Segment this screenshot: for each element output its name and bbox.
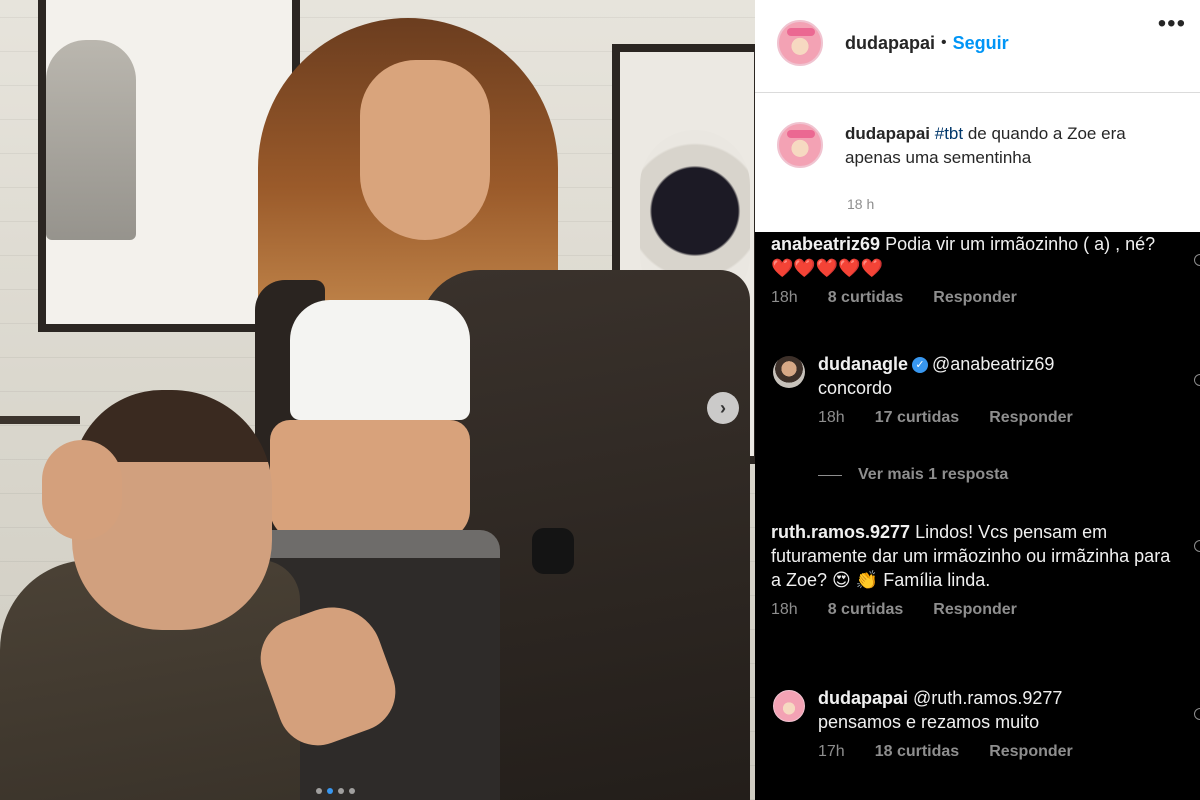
chevron-right-icon: ›: [720, 397, 726, 418]
more-options-icon[interactable]: •••: [1158, 10, 1186, 38]
carousel-dot[interactable]: [316, 788, 322, 794]
wristwatch: [532, 528, 574, 574]
comment-text: anabeatriz69 Podia vir um irmãozinho ( a…: [771, 232, 1171, 280]
woman-top: [290, 300, 470, 420]
comment-meta: 18h 17 curtidas Responder: [818, 409, 1178, 427]
shelf: [0, 416, 80, 424]
comment-body: pensamos e rezamos muito: [818, 712, 1040, 732]
like-heart-icon[interactable]: [1194, 540, 1200, 552]
avatar[interactable]: [777, 122, 823, 168]
post-header: dudapapai • Seguir ••• dudapapai #tbt de…: [755, 0, 1200, 232]
reply-button[interactable]: Responder: [989, 409, 1073, 427]
like-heart-icon[interactable]: [1194, 708, 1200, 720]
reply-button[interactable]: Responder: [933, 601, 1017, 619]
woman-hand: [42, 440, 122, 540]
separator-dot: •: [941, 34, 947, 51]
avatar[interactable]: [777, 20, 823, 66]
author-username[interactable]: dudapapai: [845, 33, 935, 54]
comment-text: dudapapai @ruth.ramos.9277 pensamos e re…: [818, 686, 1178, 734]
carousel-dot[interactable]: [338, 788, 344, 794]
carousel-next-button[interactable]: ›: [707, 392, 739, 424]
divider: [818, 474, 842, 476]
divider: [755, 92, 1200, 93]
comment-likes[interactable]: 18 curtidas: [875, 743, 959, 761]
comment-text: ruth.ramos.9277 Lindos! Vcs pensam em fu…: [771, 520, 1171, 592]
comment-time[interactable]: 17h: [818, 743, 845, 761]
view-more-label[interactable]: Ver mais 1 resposta: [858, 466, 1008, 484]
carousel-dot-active[interactable]: [327, 788, 333, 794]
comment-username[interactable]: ruth.ramos.9277: [771, 522, 910, 542]
heart-emoji-icon: ❤️❤️❤️❤️❤️: [771, 258, 884, 278]
comment-time[interactable]: 18h: [771, 289, 798, 307]
author-row: dudapapai • Seguir: [777, 18, 1197, 68]
caption: dudapapai #tbt de quando a Zoe era apena…: [777, 122, 1187, 170]
caption-username[interactable]: dudapapai: [845, 124, 930, 143]
comment: anabeatriz69 Podia vir um irmãozinho ( a…: [771, 232, 1171, 307]
mention-link[interactable]: @anabeatriz69: [932, 354, 1054, 374]
verified-badge-icon: ✓: [912, 357, 929, 373]
mention-link[interactable]: @ruth.ramos.9277: [913, 688, 1062, 708]
avatar[interactable]: [773, 356, 805, 388]
pregnant-belly: [270, 420, 470, 540]
comment-body: concordo: [818, 378, 893, 398]
comment-likes[interactable]: 8 curtidas: [828, 601, 904, 619]
comment-likes[interactable]: 8 curtidas: [828, 289, 904, 307]
comment-text: dudanagle ✓ @anabeatriz69 concordo: [818, 352, 1178, 400]
comment-username[interactable]: dudanagle: [818, 354, 908, 374]
reply-button[interactable]: Responder: [989, 743, 1073, 761]
woman-face: [360, 60, 490, 240]
like-heart-icon[interactable]: [1194, 254, 1200, 266]
view-more-row: Ver mais 1 resposta: [818, 466, 1008, 484]
comment-likes[interactable]: 17 curtidas: [875, 409, 959, 427]
comment-time[interactable]: 18h: [771, 601, 798, 619]
comment-meta: 18h 8 curtidas Responder: [771, 289, 1171, 307]
comment-meta: 18h 8 curtidas Responder: [771, 601, 1171, 619]
reply-comment: dudapapai @ruth.ramos.9277 pensamos e re…: [818, 686, 1178, 761]
hashtag-link[interactable]: #tbt: [935, 124, 963, 143]
post-photo: ›: [0, 0, 755, 800]
comment: ruth.ramos.9277 Lindos! Vcs pensam em fu…: [771, 520, 1171, 619]
carousel-dots: [316, 788, 355, 794]
carousel-dot[interactable]: [349, 788, 355, 794]
comments-list: anabeatriz69 Podia vir um irmãozinho ( a…: [755, 232, 1200, 800]
reply-button[interactable]: Responder: [933, 289, 1017, 307]
frame-artwork: [46, 40, 136, 240]
view-more-replies[interactable]: Ver mais 1 resposta: [818, 466, 1008, 484]
comment-time[interactable]: 18h: [818, 409, 845, 427]
avatar[interactable]: [773, 690, 805, 722]
comment-body: Podia vir um irmãozinho ( a) , né?: [880, 234, 1156, 254]
post-timestamp[interactable]: 18 h: [847, 196, 874, 212]
comment-meta: 17h 18 curtidas Responder: [818, 743, 1178, 761]
comment-username[interactable]: anabeatriz69: [771, 234, 880, 254]
follow-button[interactable]: Seguir: [953, 33, 1009, 54]
caption-text: dudapapai #tbt de quando a Zoe era apena…: [845, 122, 1175, 170]
like-heart-icon[interactable]: [1194, 374, 1200, 386]
comment-username[interactable]: dudapapai: [818, 688, 908, 708]
reply-comment: dudanagle ✓ @anabeatriz69 concordo 18h 17 …: [818, 352, 1178, 427]
